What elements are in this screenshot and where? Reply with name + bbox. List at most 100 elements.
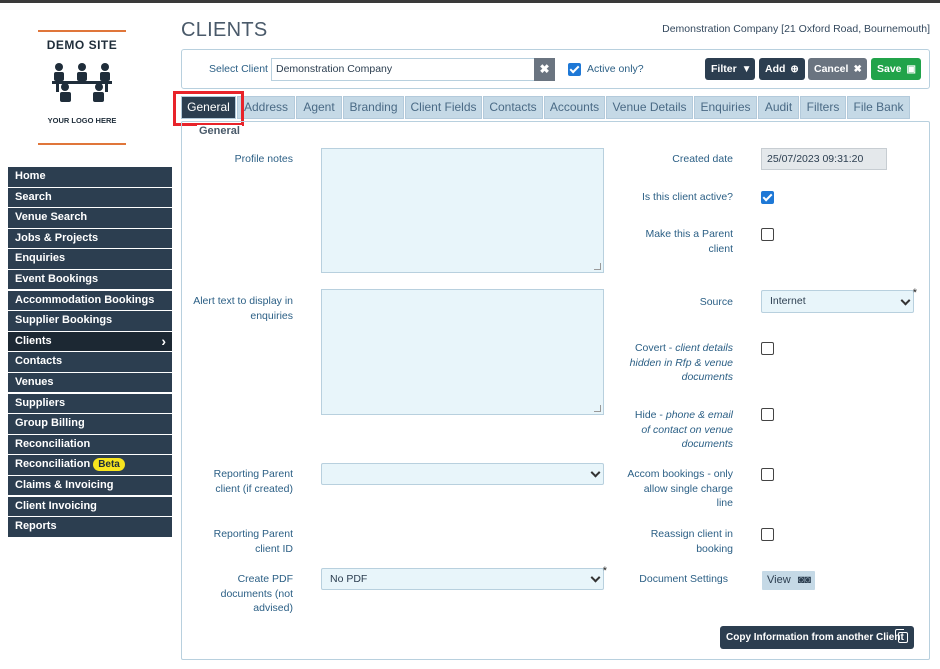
copy-from-client-button[interactable]: Copy Information from another Client	[720, 626, 914, 649]
accom-bookings-checkbox[interactable]	[761, 468, 774, 481]
sidebar-item-label: Group Billing	[15, 417, 85, 430]
sidebar-item-label: Venues	[15, 375, 54, 388]
tab-enquiries[interactable]: Enquiries	[694, 96, 757, 119]
sidebar-item-reconciliation-beta[interactable]: Reconciliation Beta	[8, 455, 172, 475]
sidebar-item-label: Supplier Bookings	[15, 314, 113, 327]
sidebar-item-label: Reports	[15, 520, 57, 533]
sidebar-item-label: Jobs & Projects	[15, 231, 99, 244]
sidebar-item-clients[interactable]: Clients ›	[8, 331, 172, 352]
sidebar-item-accommodation-bookings[interactable]: Accommodation Bookings	[8, 290, 172, 311]
sidebar-item-jobs-projects[interactable]: Jobs & Projects	[8, 228, 172, 249]
reporting-parent-id-label: Reporting Parent client ID	[213, 528, 293, 555]
tab-audit[interactable]: Audit	[758, 96, 799, 119]
sidebar-item-group-billing[interactable]: Group Billing	[8, 414, 172, 434]
cancel-button[interactable]: Cancel ✖	[808, 58, 867, 80]
alert-text-label: Alert text to display in enquiries	[193, 295, 293, 322]
required-asterisk: *	[912, 287, 917, 299]
client-search-input[interactable]: Demonstration Company	[271, 58, 555, 81]
tab-filters[interactable]: Filters	[800, 96, 846, 119]
make-parent-checkbox[interactable]	[761, 228, 774, 241]
active-only-label: Active only?	[587, 63, 644, 75]
binoculars-icon: ◙◙	[797, 574, 811, 586]
is-active-label: Is this client active?	[641, 191, 733, 203]
sidebar-item-label: Venue Search	[15, 211, 88, 224]
sidebar-item-client-invoicing[interactable]: Client Invoicing	[8, 496, 172, 516]
alert-text-textarea[interactable]	[321, 289, 604, 415]
created-date-field: 25/07/2023 09:31:20	[761, 148, 887, 170]
profile-notes-label: Profile notes	[234, 153, 293, 165]
add-button[interactable]: Add ⊕	[759, 58, 805, 80]
sidebar-item-reconciliation[interactable]: Reconciliation	[8, 434, 172, 455]
created-date-label: Created date	[672, 153, 733, 165]
sidebar-item-venues[interactable]: Venues	[8, 372, 172, 393]
covert-checkbox[interactable]	[761, 342, 774, 355]
chevron-down-icon	[590, 467, 601, 478]
plus-circle-icon: ⊕	[790, 64, 799, 75]
sidebar-item-enquiries[interactable]: Enquiries	[8, 249, 172, 269]
hide-checkbox[interactable]	[761, 408, 774, 421]
save-button[interactable]: Save ▣	[871, 58, 921, 80]
sidebar-item-claims-invoicing[interactable]: Claims & Invoicing	[8, 475, 172, 496]
tab-client-fields[interactable]: Client Fields	[405, 96, 482, 119]
create-pdf-select[interactable]: No PDF *	[321, 565, 607, 590]
required-asterisk: *	[602, 565, 607, 577]
profile-notes-textarea[interactable]	[321, 148, 604, 273]
chevron-down-icon	[900, 295, 911, 306]
tab-venue-details[interactable]: Venue Details	[606, 96, 693, 119]
sidebar-item-label: Search	[15, 190, 52, 203]
logo-brand: DEMO SITE	[46, 38, 118, 52]
active-only-checkbox[interactable]	[568, 63, 581, 76]
save-button-label: Save	[877, 63, 902, 75]
tab-address[interactable]: Address	[237, 96, 295, 119]
people-table-icon	[52, 63, 112, 102]
sidebar-item-venue-search[interactable]: Venue Search	[8, 208, 172, 228]
top-border	[0, 0, 940, 3]
sidebar-item-home[interactable]: Home	[8, 167, 172, 187]
close-icon: ✖	[539, 62, 550, 76]
company-header[interactable]: Demonstration Company [21 Oxford Road, B…	[662, 23, 930, 35]
copy-icon	[895, 629, 908, 643]
chevron-down-icon	[590, 572, 601, 583]
is-active-checkbox[interactable]	[761, 191, 774, 204]
sidebar-item-contacts[interactable]: Contacts	[8, 352, 172, 372]
filter-button[interactable]: Filter ▼	[705, 58, 755, 80]
logo-stripe-top	[38, 30, 126, 32]
sidebar-item-reports[interactable]: Reports	[8, 517, 172, 537]
sidebar-item-label: Suppliers	[15, 396, 66, 409]
section-title: General	[197, 125, 242, 137]
filter-icon: ▼	[741, 64, 752, 75]
site-logo: DEMO SITE YOUR LOGO HERE	[38, 30, 126, 146]
reporting-parent-label: Reporting Parent client (if created)	[213, 468, 293, 495]
sidebar-item-label: Event Bookings	[15, 272, 99, 285]
create-pdf-label: Create PDF documents (not advised)	[220, 573, 293, 614]
tab-agent[interactable]: Agent	[296, 96, 342, 119]
reporting-parent-select[interactable]	[321, 463, 604, 485]
cancel-button-label: Cancel	[814, 63, 849, 75]
filter-button-label: Filter	[711, 63, 737, 75]
beta-badge: Beta	[93, 458, 125, 472]
tab-branding[interactable]: Branding	[343, 96, 404, 119]
reassign-checkbox[interactable]	[761, 528, 774, 541]
page-title: CLIENTS	[181, 19, 268, 41]
clear-client-button[interactable]: ✖	[534, 58, 555, 81]
sidebar-item-event-bookings[interactable]: Event Bookings	[8, 269, 172, 290]
create-pdf-value: No PDF	[330, 573, 368, 585]
source-select[interactable]: Internet *	[761, 287, 917, 313]
tab-file-bank[interactable]: File Bank	[847, 96, 910, 119]
view-document-settings-button[interactable]: View ◙◙	[762, 571, 815, 590]
sidebar-item-label: Reconciliation	[15, 458, 91, 471]
source-value: Internet	[770, 295, 806, 307]
sidebar-item-label: Accommodation Bookings	[15, 293, 155, 306]
tab-contacts[interactable]: Contacts	[483, 96, 543, 119]
sidebar-item-suppliers[interactable]: Suppliers	[8, 393, 172, 414]
chevron-right-icon: ›	[161, 332, 166, 349]
tab-accounts[interactable]: Accounts	[544, 96, 605, 119]
sidebar-item-search[interactable]: Search	[8, 187, 172, 208]
sidebar-item-label: Clients	[15, 334, 52, 347]
reassign-label: Reassign client in booking	[650, 528, 733, 555]
document-settings-label: Document Settings	[639, 573, 728, 585]
make-parent-label: Make this a Parent client	[645, 228, 733, 255]
sidebar-item-supplier-bookings[interactable]: Supplier Bookings	[8, 311, 172, 331]
logo-tagline: YOUR LOGO HERE	[47, 116, 117, 125]
sidebar-item-label: Enquiries	[15, 252, 66, 265]
